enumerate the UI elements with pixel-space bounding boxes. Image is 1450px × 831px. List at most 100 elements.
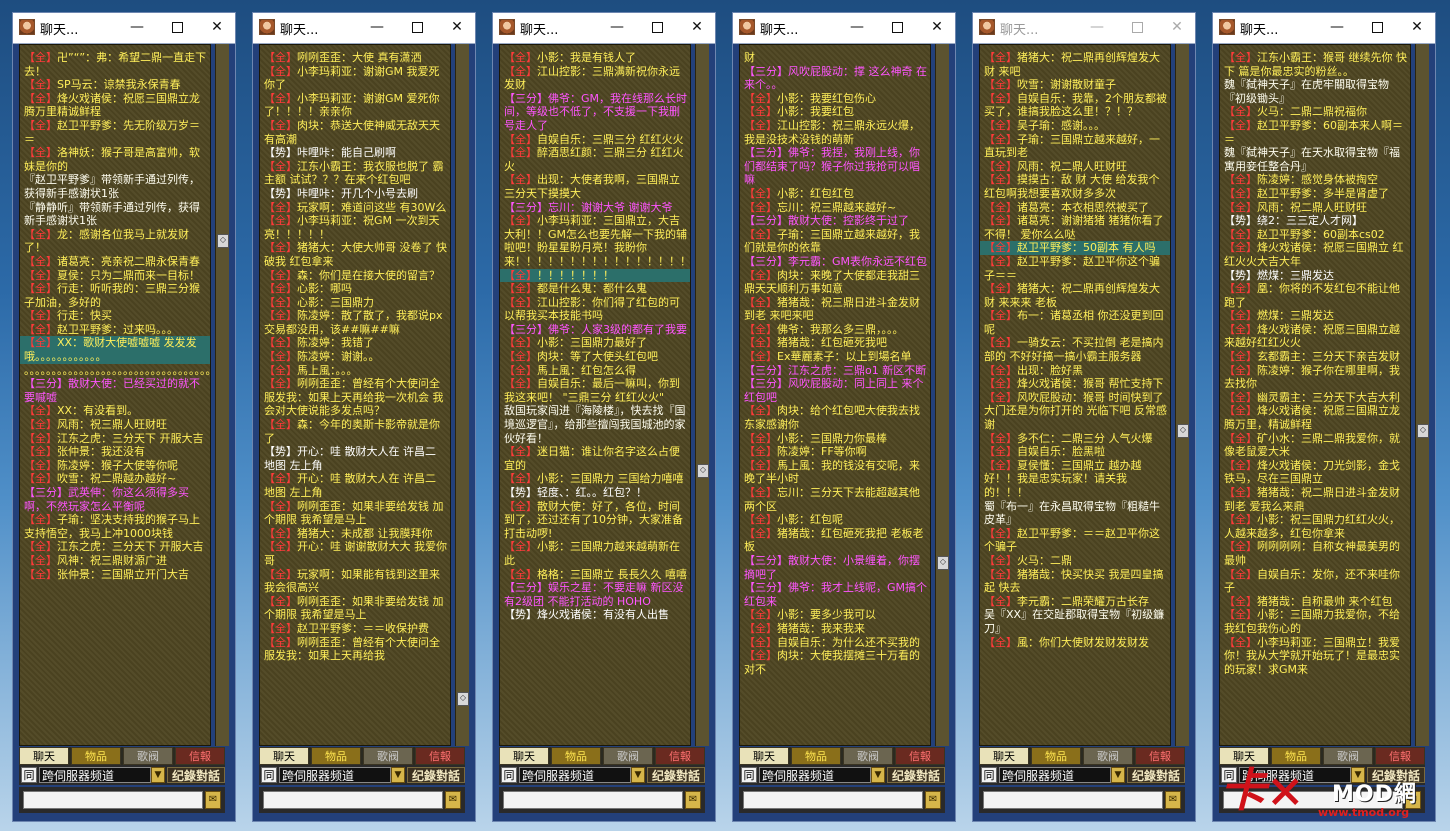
sender-name[interactable]: 猪猪哉： [777,527,821,540]
chat-window[interactable]: 聊天... — ✕ 【全】小影：我是有钱人了 【全】江山控影：三鼎满新祝你永远发财… [492,12,716,822]
sender-name[interactable]: 燃煤： [1257,269,1290,282]
sender-name[interactable]: 醉酒思红颜： [537,146,603,159]
channel-select[interactable]: 跨伺服器频道 [999,767,1111,783]
sender-name[interactable]: 陈凌婷： [1257,364,1301,377]
tab-items[interactable]: 物品 [311,747,361,765]
title-bar[interactable]: 聊天... — ✕ [733,13,955,44]
sender-name[interactable]: 江东之虎： [57,432,112,445]
chat-input[interactable] [23,791,203,809]
sender-name[interactable]: 咔哩咔： [297,187,341,200]
sender-name[interactable]: 风吹屁股动： [788,65,854,78]
sender-name[interactable]: 赵卫平野爹： [297,622,363,635]
sender-name[interactable]: 赵卫平野爹： [1017,255,1083,268]
sender-name[interactable]: 风雨： [1257,201,1290,214]
close-button[interactable]: ✕ [1167,17,1187,37]
sender-name[interactable]: 小影： [777,513,810,526]
scroll-thumb[interactable]: ◇ [697,464,709,478]
close-button[interactable]: ✕ [927,17,947,37]
sender-name[interactable]: 赵卫平野爹： [1257,228,1323,241]
record-chat-button[interactable]: 纪錄對話 [647,767,705,783]
sender-name[interactable]: 摸摸古： [1017,173,1061,186]
sender-name[interactable]: 烽火戏诸侯： [1257,404,1323,417]
sender-name[interactable]: 森： [297,269,319,282]
title-bar[interactable]: 聊天... — ✕ [493,13,715,44]
sender-name[interactable]: 小影： [777,92,810,105]
sender-name[interactable]: 烽火戏诸侯： [57,92,123,105]
sender-name[interactable]: 散财大使： [537,500,592,513]
sender-name[interactable]: 猪猪哉： [777,622,821,635]
sender-name[interactable]: 小李玛莉亚： [297,214,363,227]
sender-name[interactable]: 小影： [777,187,810,200]
title-bar[interactable]: 聊天... — ✕ [1213,13,1435,44]
sender-name[interactable]: 小李玛莉亚： [537,214,603,227]
send-icon[interactable]: ✉ [445,791,461,809]
sender-name[interactable]: 李元霸： [1017,595,1061,608]
sender-name[interactable]: 赵卫平野爹： [1257,187,1323,200]
close-button[interactable]: ✕ [447,17,467,37]
sender-name[interactable]: 陈凌婷： [297,336,341,349]
sender-name[interactable]: 子瑜： [1017,133,1050,146]
sender-name[interactable]: 咧咧歪歪： [297,595,352,608]
sender-name[interactable]: 江东小霸王： [1257,51,1323,64]
sender-name[interactable]: 忘川： [548,201,581,214]
sender-name[interactable]: 馬上風： [297,364,336,377]
sender-name[interactable]: 诸葛亮： [1017,214,1061,227]
tab-intel[interactable]: 信報 [655,747,705,765]
sender-name[interactable]: 小李玛莉亚： [297,92,363,105]
chat-window[interactable]: 聊天... — ✕ 【全】猪猪大：祝二鼎再创辉煌发大财 来吧 【全】吹雪：谢谢散财… [972,12,1196,822]
record-chat-button[interactable]: 纪錄對話 [407,767,465,783]
sender-name[interactable]: 小影： [1257,608,1290,621]
chevron-down-icon[interactable]: ▼ [391,767,405,783]
sender-name[interactable]: 小影： [777,105,810,118]
chat-input[interactable] [263,791,443,809]
sender-name[interactable]: 咧咧歪歪： [297,636,352,649]
minimize-button[interactable]: — [847,17,867,37]
sender-name[interactable]: 咧咧歪歪： [297,500,352,513]
tab-faction[interactable]: 歌阀 [1083,747,1133,765]
tab-faction[interactable]: 歌阀 [843,747,893,765]
chat-scrollbar[interactable]: ◇ [695,44,709,746]
minimize-button[interactable]: — [367,17,387,37]
close-button[interactable]: ✕ [687,17,707,37]
sender-name[interactable]: 赵卫平野爹： [1257,119,1323,132]
sender-name[interactable]: 出现： [1017,364,1050,377]
chevron-down-icon[interactable]: ▼ [871,767,885,783]
sender-name[interactable]: 小李玛莉亚： [297,65,363,78]
sender-name[interactable]: 烽火戏诸侯： [537,608,603,621]
sender-name[interactable]: 心影： [297,296,330,309]
sender-name[interactable]: 自娱自乐： [1017,445,1072,458]
sender-name[interactable]: 咧咧歪歪： [297,51,352,64]
sender-name[interactable]: 陈凌婷： [297,309,341,322]
send-icon[interactable]: ✉ [1165,791,1181,809]
sender-name[interactable]: 李元霸： [788,255,832,268]
sender-name[interactable]: 燃煤： [1257,309,1290,322]
chat-window[interactable]: 聊天... — ✕ 【全】咧咧歪歪：大使 真有潇洒 【全】小李玛莉亚：谢谢GM 我… [252,12,476,822]
sender-name[interactable]: 洛神妖： [57,146,101,159]
sender-name[interactable]: 猪猪哉： [777,296,821,309]
close-button[interactable]: ✕ [207,17,227,37]
chevron-down-icon[interactable]: ▼ [1111,767,1125,783]
tab-chat[interactable]: 聊天 [979,747,1029,765]
sender-name[interactable]: 玩家啊： [297,568,341,581]
tab-chat[interactable]: 聊天 [19,747,69,765]
channel-select[interactable]: 跨伺服器频道 [39,767,151,783]
channel-select[interactable]: 跨伺服器频道 [279,767,391,783]
sender-name[interactable]: 自娱自乐： [537,377,592,390]
sender-name[interactable]: 肉块： [777,269,810,282]
sender-name[interactable]: 江山控影： [537,296,592,309]
sender-name[interactable]: 散财大使： [68,377,123,390]
chat-input[interactable] [503,791,683,809]
sender-name[interactable]: 江东小霸王： [297,160,363,173]
title-bar[interactable]: 聊天... — ✕ [973,13,1195,44]
sender-name[interactable]: 赵卫平野爹： [57,119,123,132]
sender-name[interactable]: 小影： [537,540,570,553]
sender-name[interactable]: 轻度、： [537,486,576,499]
sender-name[interactable]: 猪猪大： [297,527,341,540]
sender-name[interactable]: 猪猪哉： [1257,486,1301,499]
chat-input[interactable] [743,791,923,809]
sender-name[interactable]: 猪猪哉： [777,336,821,349]
title-bar[interactable]: 聊天... — ✕ [13,13,235,44]
chat-scrollbar[interactable]: ◇ [1175,44,1189,746]
sender-name[interactable]: 馬上風： [777,459,821,472]
sender-name[interactable]: 娱乐之星： [548,581,603,594]
